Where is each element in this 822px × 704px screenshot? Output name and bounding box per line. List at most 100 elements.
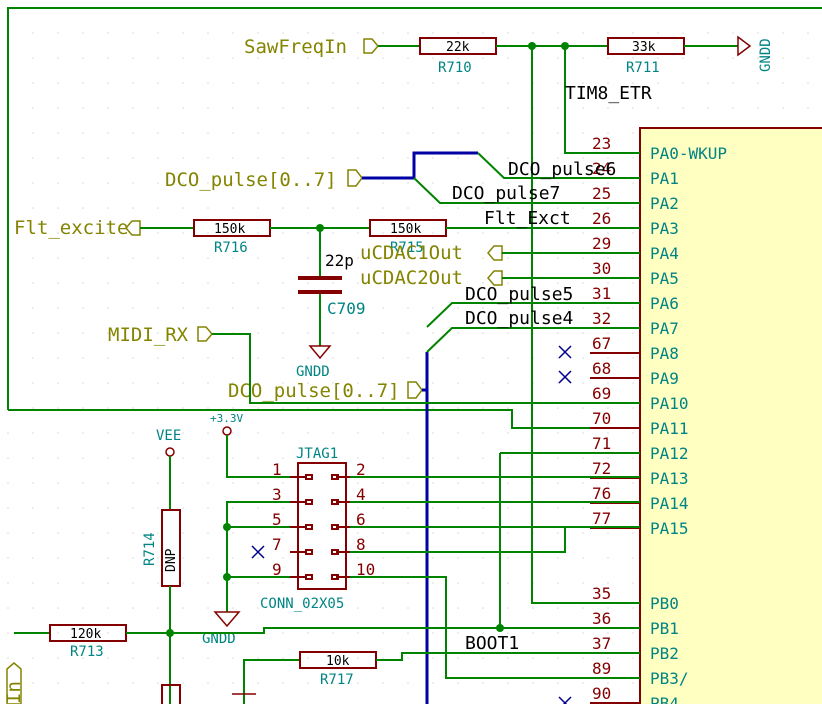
grid-dot [57,207,59,209]
grid-dot [457,382,459,384]
grid-dot [132,207,134,209]
mcu-pin-name: PB4 [650,694,679,704]
grid-dot [332,407,334,409]
grid-dot [782,32,784,34]
grid-dot [57,282,59,284]
grid-dot [382,32,384,34]
grid-dot [482,82,484,84]
grid-dot [32,257,34,259]
grid-dot [307,232,309,234]
grid-dot [32,32,34,34]
grid-dot [482,607,484,609]
grid-dot [157,307,159,309]
grid-dot [482,657,484,659]
grid-dot [57,557,59,559]
grid-dot [582,182,584,184]
schematic-canvas: 23PA0-WKUP24PA125PA226PA329PA430PA531PA6… [3,7,822,704]
grid-dot [407,57,409,59]
grid-dot [132,482,134,484]
grid-dot [32,207,34,209]
grid-dot [182,382,184,384]
grid-dot [257,32,259,34]
grid-dot [332,432,334,434]
grid-dot [457,357,459,359]
dco-bus-out-label: DCO_pulse[0..7] [228,380,400,402]
grid-dot [457,582,459,584]
c709-value: 22p [325,251,354,270]
grid-dot [382,182,384,184]
grid-dot [182,32,184,34]
grid-dot [632,432,634,434]
grid-dot [607,57,609,59]
grid-dot [307,682,309,684]
grid-dot [557,432,559,434]
grid-dot [507,482,509,484]
grid-dot [282,82,284,84]
grid-dot [32,332,34,334]
grid-dot [532,632,534,634]
r714-value: DNP [164,548,179,572]
grid-dot [532,657,534,659]
grid-dot [132,32,134,34]
grid-dot [632,482,634,484]
grid-dot [507,657,509,659]
mcu-pin-name: PB0 [650,594,679,613]
grid-dot [732,32,734,34]
grid-dot [157,57,159,59]
grid-dot [357,682,359,684]
grid-dot [632,332,634,334]
grid-dot [232,307,234,309]
v33-symbol [222,426,232,436]
grid-dot [682,107,684,109]
grid-dot [632,382,634,384]
mcu-body [639,127,822,704]
grid-dot [582,432,584,434]
nc-pb4 [558,696,572,704]
grid-dot [507,82,509,84]
grid-dot [157,107,159,109]
mcu-pin-name: PA1 [650,169,679,188]
grid-dot [257,432,259,434]
grid-dot [182,582,184,584]
grid-dot [632,532,634,534]
grid-dot [282,307,284,309]
grid-dot [407,557,409,559]
grid-dot [757,107,759,109]
grid-dot [382,507,384,509]
grid-dot [557,57,559,59]
grid-dot [482,407,484,409]
grid-dot [207,32,209,34]
grid-dot [382,657,384,659]
grid-dot [182,132,184,134]
grid-dot [532,682,534,684]
grid-dot [457,207,459,209]
grid-dot [632,507,634,509]
grid-dot [632,632,634,634]
grid-dot [107,632,109,634]
jtag-ref: JTAG1 [296,446,338,462]
grid-dot [482,382,484,384]
grid-dot [332,282,334,284]
grid-dot [557,457,559,459]
grid-dot [382,457,384,459]
grid-dot [307,332,309,334]
mcu-pin-number: 67 [592,334,611,353]
grid-dot [307,107,309,109]
grid-dot [232,482,234,484]
mcu-pin-number: 35 [592,584,611,603]
grid-dot [382,207,384,209]
nc-jtag7 [251,545,265,559]
grid-dot [57,632,59,634]
mcu-pin-name: PA7 [650,319,679,338]
r717-ref: R717 [320,672,354,688]
grid-dot [382,582,384,584]
grid-dot [82,182,84,184]
grid-dot [32,107,34,109]
grid-dot [132,682,134,684]
grid-dot [407,182,409,184]
grid-dot [382,357,384,359]
mcu-pin-name: PA15 [650,519,689,538]
grid-dot [282,532,284,534]
grid-dot [257,657,259,659]
grid-dot [7,582,9,584]
